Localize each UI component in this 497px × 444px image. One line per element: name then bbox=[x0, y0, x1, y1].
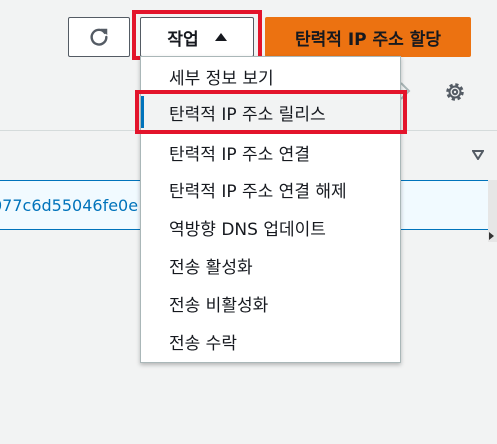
menu-item-label: 탄력적 IP 주소 연결 bbox=[169, 144, 310, 165]
refresh-button[interactable] bbox=[68, 17, 130, 57]
allocation-id-link[interactable]: 077c6d55046fe0e bbox=[0, 196, 138, 215]
menu-item-label: 탄력적 IP 주소 연결 해제 bbox=[169, 181, 347, 202]
allocate-elastic-ip-button[interactable]: 탄력적 IP 주소 할당 bbox=[265, 17, 471, 57]
menu-item-label: 역방향 DNS 업데이트 bbox=[169, 219, 326, 240]
actions-highlight-box bbox=[132, 10, 262, 60]
menu-item-label: 전송 활성화 bbox=[169, 257, 253, 278]
menu-item-label: 전송 수락 bbox=[169, 333, 237, 354]
menu-item-associate-elastic-ip[interactable]: 탄력적 IP 주소 연결 bbox=[141, 133, 400, 171]
release-highlight-box bbox=[135, 90, 407, 134]
menu-item-enable-transfer[interactable]: 전송 활성화 bbox=[141, 246, 400, 284]
scroll-right-arrow-icon[interactable] bbox=[489, 232, 494, 240]
menu-item-disable-transfer[interactable]: 전송 비활성화 bbox=[141, 284, 400, 322]
menu-item-disassociate-elastic-ip[interactable]: 탄력적 IP 주소 연결 해제 bbox=[141, 170, 400, 208]
gear-icon[interactable] bbox=[443, 80, 467, 104]
menu-item-label: 전송 비활성화 bbox=[169, 295, 269, 316]
menu-item-label: 세부 정보 보기 bbox=[169, 68, 274, 89]
menu-item-update-reverse-dns[interactable]: 역방향 DNS 업데이트 bbox=[141, 208, 400, 246]
sort-caret-icon[interactable] bbox=[472, 150, 484, 160]
allocate-button-label: 탄력적 IP 주소 할당 bbox=[294, 29, 442, 50]
menu-item-accept-transfer[interactable]: 전송 수락 bbox=[141, 322, 400, 360]
refresh-icon bbox=[90, 28, 108, 46]
